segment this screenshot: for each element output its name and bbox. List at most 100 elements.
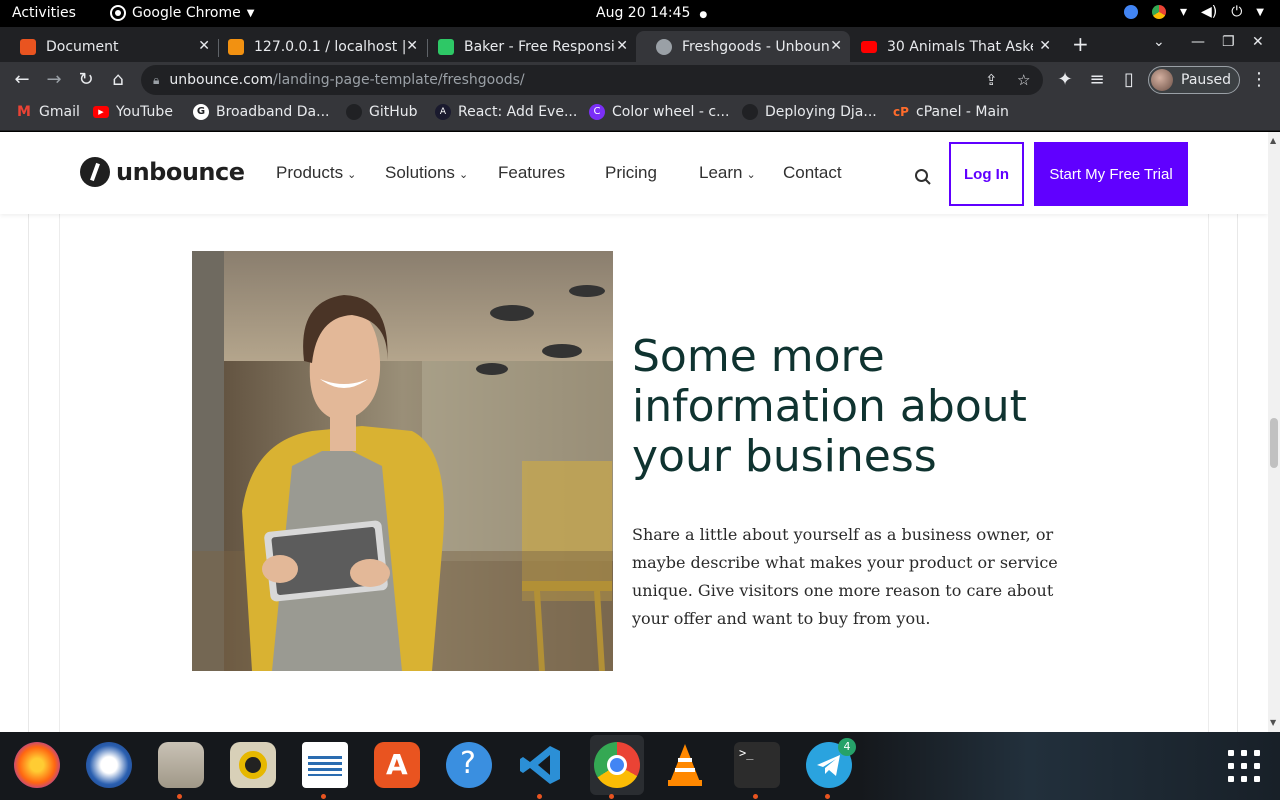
nav-contact[interactable]: Contact <box>783 163 842 183</box>
tab-search-icon[interactable]: ⌄ <box>1153 34 1165 50</box>
running-indicator <box>177 794 182 799</box>
media-control-icon[interactable]: ≡ <box>1086 69 1108 90</box>
bookmark-label: Color wheel - c... <box>612 104 730 120</box>
unbounce-logo-icon <box>80 157 110 187</box>
vscode-icon[interactable] <box>518 742 564 788</box>
avatar <box>1151 69 1173 91</box>
caret-down-icon: ▼ <box>246 7 255 19</box>
extensions-icon[interactable]: ✦ <box>1054 69 1076 90</box>
profile-status: Paused <box>1181 72 1232 88</box>
nav-label: Solutions <box>385 163 455 182</box>
libreoffice-writer-icon[interactable] <box>302 742 348 788</box>
search-icon[interactable] <box>914 168 932 186</box>
close-icon[interactable]: ✕ <box>616 38 628 54</box>
bookmark-react[interactable]: A React: Add Eve... <box>435 104 577 120</box>
new-tab-button[interactable]: + <box>1072 32 1089 56</box>
close-icon[interactable]: ✕ <box>1039 38 1051 54</box>
system-tray[interactable]: ▾ ◀) ⏻ ▼ <box>1123 4 1264 20</box>
close-window-button[interactable]: ✕ <box>1252 34 1264 50</box>
tab-localhost[interactable]: 127.0.0.1 / localhost | ✕ <box>208 31 426 62</box>
power-icon: ⏻ <box>1231 4 1243 20</box>
chrome-dock-icon[interactable] <box>590 735 644 795</box>
unbounce-logo[interactable]: unbounce <box>80 157 245 187</box>
lock-icon[interactable]: 🔒︎ <box>153 73 159 88</box>
bookmark-github[interactable]: GitHub <box>346 104 418 120</box>
ubuntu-software-icon[interactable]: A <box>374 742 420 788</box>
forward-button[interactable]: → <box>43 69 65 90</box>
github-icon <box>346 104 362 120</box>
back-button[interactable]: ← <box>11 69 33 90</box>
reload-button[interactable]: ↻ <box>75 69 97 90</box>
tab-favicon <box>656 38 672 55</box>
shop-owner-image <box>192 251 613 671</box>
business-owner-photo <box>192 251 613 671</box>
url-text: unbounce.com/landing-page-template/fresh… <box>169 72 525 88</box>
tab-title: 127.0.0.1 / localhost | <box>254 38 407 55</box>
vlc-icon[interactable] <box>662 742 708 788</box>
bookmark-star-icon[interactable]: ☆ <box>1017 71 1030 89</box>
bookmark-color-wheel[interactable]: C Color wheel - c... <box>589 104 729 120</box>
bookmark-label: Gmail <box>39 104 80 120</box>
chevron-down-icon: ⌄ <box>458 169 469 181</box>
nav-learn[interactable]: Learn ⌄ <box>699 163 756 183</box>
bookmark-label: Deploying Dja... <box>765 104 877 120</box>
clock[interactable]: Aug 20 14:45 ● <box>596 5 707 21</box>
bookmark-label: YouTube <box>116 104 173 120</box>
tab-freshgoods[interactable]: Freshgoods - Unboun ✕ <box>636 31 850 62</box>
gmail-icon: M <box>17 104 31 120</box>
google-icon: G <box>193 104 209 120</box>
kebab-menu-icon[interactable]: ⋮ <box>1248 69 1270 90</box>
bookmark-django[interactable]: Deploying Dja... <box>742 104 877 120</box>
react-icon: A <box>435 104 451 120</box>
activities-button[interactable]: Activities <box>12 5 76 21</box>
wifi-icon: ▾ <box>1179 4 1187 20</box>
share-icon[interactable]: ⇪ <box>985 71 998 89</box>
bookmark-gmail[interactable]: M Gmail <box>16 104 80 120</box>
app-menu[interactable]: Google Chrome ▼ <box>110 5 254 21</box>
scroll-down-icon[interactable]: ▼ <box>1270 718 1276 727</box>
running-indicator <box>537 794 542 799</box>
tab-baker[interactable]: Baker - Free Responsi ✕ <box>418 31 636 62</box>
bookmark-label: Broadband Da... <box>216 104 330 120</box>
minimize-button[interactable]: — <box>1191 34 1205 50</box>
notification-icon <box>1123 5 1138 19</box>
side-panel-icon[interactable]: ▯ <box>1118 69 1140 90</box>
chevron-down-icon: ⌄ <box>347 169 357 181</box>
tab-document[interactable]: Document ✕ <box>0 31 218 62</box>
tab-favicon <box>20 38 36 55</box>
nav-pricing[interactable]: Pricing <box>605 163 657 183</box>
scrollbar-thumb[interactable] <box>1270 418 1278 468</box>
running-indicator <box>321 794 326 799</box>
start-free-trial-button[interactable]: Start My Free Trial <box>1034 142 1188 206</box>
nav-label: Learn <box>699 163 743 182</box>
address-bar[interactable]: 🔒︎ unbounce.com/landing-page-template/fr… <box>141 65 1043 95</box>
login-button[interactable]: Log In <box>949 142 1024 206</box>
tab-animals[interactable]: 30 Animals That Aske ✕ <box>841 31 1059 62</box>
close-icon[interactable]: ✕ <box>406 38 418 54</box>
home-button[interactable]: ⌂ <box>107 69 129 90</box>
running-indicator <box>753 794 758 799</box>
bookmark-broadband[interactable]: G Broadband Da... <box>193 104 329 120</box>
maximize-button[interactable]: ❐ <box>1222 34 1235 50</box>
nav-products[interactable]: Products ⌄ <box>276 163 356 183</box>
firefox-icon[interactable] <box>14 742 60 788</box>
clock-text: Aug 20 14:45 <box>596 5 691 21</box>
nav-features[interactable]: Features <box>498 163 565 183</box>
bookmarks-bar: M Gmail ▶ YouTube G Broadband Da... GitHub … <box>0 98 1280 131</box>
help-icon[interactable]: ? <box>446 742 492 788</box>
page-scrollbar[interactable]: ▲ ▼ <box>1268 132 1280 732</box>
terminal-icon[interactable]: >_ <box>734 742 780 788</box>
nav-solutions[interactable]: Solutions ⌄ <box>385 163 468 183</box>
rhythmbox-icon[interactable] <box>230 742 276 788</box>
ubuntu-dock: A ? >_ <box>0 732 1280 800</box>
tab-favicon <box>861 40 877 53</box>
bookmark-cpanel[interactable]: cP cPanel - Main <box>893 104 1009 120</box>
bookmark-youtube[interactable]: ▶ YouTube <box>93 104 173 120</box>
running-indicator <box>609 794 614 799</box>
files-icon[interactable] <box>158 742 204 788</box>
show-applications-icon[interactable] <box>1228 750 1260 782</box>
chevron-down-icon: ⌄ <box>746 169 756 181</box>
thunderbird-icon[interactable] <box>86 742 132 788</box>
profile-button[interactable]: Paused <box>1148 66 1240 94</box>
scroll-up-icon[interactable]: ▲ <box>1270 136 1276 145</box>
